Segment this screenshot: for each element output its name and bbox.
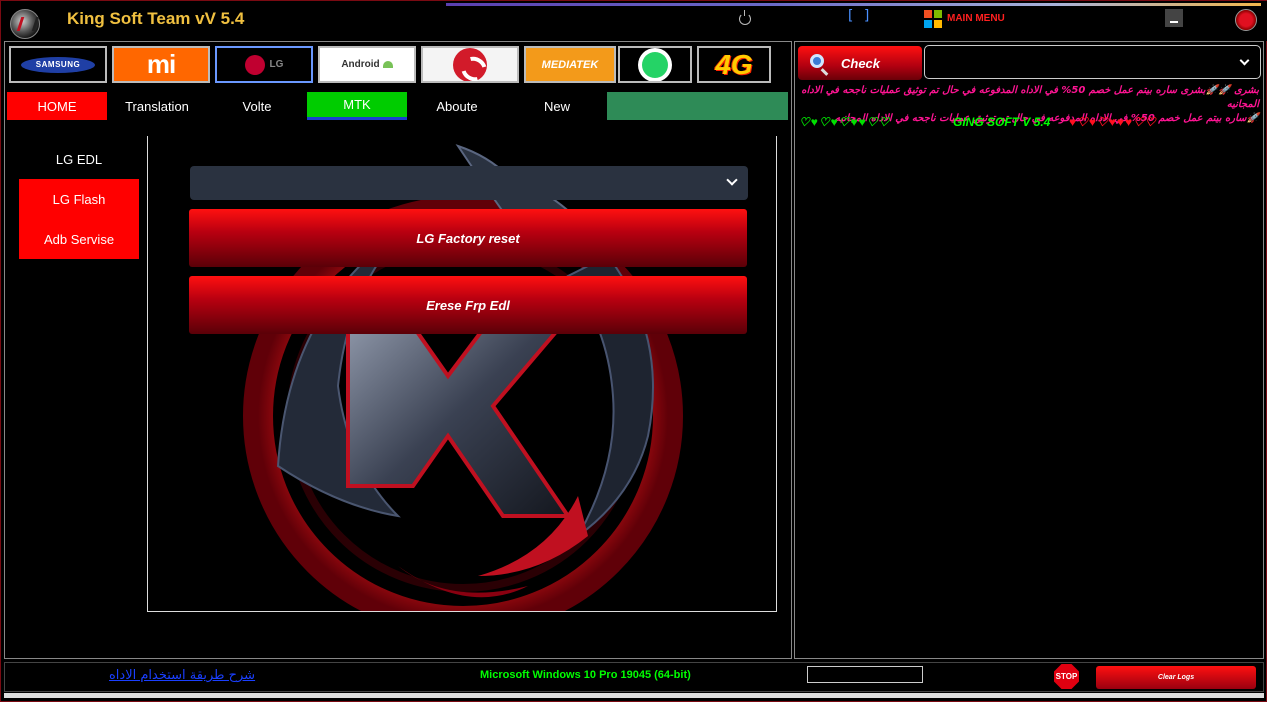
brand-4g-button[interactable]: 4G bbox=[697, 46, 771, 83]
status-bar: شرح طريقة استخدام الاداه Microsoft Windo… bbox=[4, 662, 1264, 692]
minimize-button[interactable] bbox=[1165, 9, 1183, 27]
check-button[interactable]: Check bbox=[798, 46, 922, 80]
work-area: LG Factory reset Erese Frp Edl bbox=[147, 136, 777, 612]
power-icon[interactable] bbox=[739, 10, 751, 25]
tab-bar: HOME Translation Volte MTK Aboute New bbox=[6, 92, 792, 122]
title-bar: King Soft Team vV 5.4 [ ] MAIN MENU bbox=[1, 1, 1267, 41]
brand-samsung-button[interactable]: SAMSUNG bbox=[9, 46, 107, 83]
app-window: King Soft Team vV 5.4 [ ] MAIN MENU SAMS… bbox=[0, 0, 1267, 702]
os-info: Microsoft Windows 10 Pro 19045 (64-bit) bbox=[480, 669, 691, 681]
red-hearts: ♥♡♥♡♥♥♥♡♡ bbox=[1069, 115, 1157, 129]
mi-logo: mi bbox=[114, 48, 208, 81]
side-item-lg-edl[interactable]: LG EDL bbox=[19, 139, 139, 179]
green-hearts: ♡♥♡♥♡♥♥♡♡ bbox=[799, 115, 891, 129]
port-select[interactable] bbox=[924, 45, 1261, 79]
chevron-down-icon bbox=[726, 174, 738, 186]
tab-aboute[interactable]: Aboute bbox=[407, 92, 507, 120]
brand-mediatek-button[interactable]: MEDIATEK bbox=[524, 46, 616, 83]
erese-frp-edl-button[interactable]: Erese Frp Edl bbox=[189, 276, 747, 334]
news-line-1: بشرى 🚀🚀بشرى ساره بيتم عمل خصم 50% في الا… bbox=[801, 85, 1259, 110]
side-menu: LG EDL LG Flash Adb Servise bbox=[19, 139, 139, 259]
4g-logo: 4G bbox=[715, 48, 753, 80]
chevron-down-icon bbox=[1239, 55, 1250, 66]
side-item-lg-flash[interactable]: LG Flash bbox=[19, 179, 139, 219]
tab-mtk[interactable]: MTK bbox=[307, 92, 407, 120]
close-button[interactable] bbox=[1235, 9, 1257, 31]
fullscreen-icon[interactable]: [ ] bbox=[846, 8, 871, 24]
windows-logo-icon[interactable] bbox=[924, 10, 942, 28]
brand-snapdragon-button[interactable] bbox=[421, 46, 519, 83]
app-logo-icon bbox=[10, 9, 40, 39]
main-menu-button[interactable]: MAIN MENU bbox=[947, 13, 1005, 24]
lg-logo-icon bbox=[244, 54, 265, 75]
whatsapp-logo-icon bbox=[638, 48, 672, 81]
tab-new[interactable]: New bbox=[507, 92, 607, 120]
left-panel: SAMSUNG mi LG Android MEDIATEK 4G HOME T… bbox=[4, 41, 792, 659]
tab-volte[interactable]: Volte bbox=[207, 92, 307, 120]
tab-translation[interactable]: Translation bbox=[107, 92, 207, 120]
clear-logs-button[interactable]: Clear Logs bbox=[1096, 666, 1256, 689]
search-icon bbox=[810, 54, 824, 68]
lg-logo-text: LG bbox=[269, 59, 284, 70]
brand-strip: SAMSUNG mi LG Android MEDIATEK 4G bbox=[5, 42, 791, 88]
tab-placeholder[interactable] bbox=[607, 92, 788, 120]
progress-bar bbox=[4, 693, 1264, 698]
king-soft-emblem bbox=[243, 144, 683, 611]
lg-factory-reset-button[interactable]: LG Factory reset bbox=[189, 209, 747, 267]
android-robot-icon bbox=[382, 61, 393, 68]
snapdragon-logo-icon bbox=[453, 48, 487, 81]
brand-whatsapp-button[interactable] bbox=[618, 46, 692, 83]
check-button-label: Check bbox=[841, 56, 881, 71]
tab-home[interactable]: HOME bbox=[7, 92, 107, 120]
log-hearts-row: ♡♥♡♥♡♥♥♡♡ GING SOFT V 5.4 ♥♡♥♡♥♥♥♡♡ bbox=[799, 115, 1259, 131]
samsung-logo: SAMSUNG bbox=[21, 56, 95, 73]
log-brand-line: GING SOFT V 5.4 bbox=[953, 115, 1051, 129]
brand-lg-button[interactable]: LG bbox=[215, 46, 313, 83]
status-field[interactable] bbox=[807, 666, 923, 683]
side-item-adb-servise[interactable]: Adb Servise bbox=[19, 219, 139, 259]
stop-button[interactable]: STOP bbox=[1054, 664, 1079, 689]
help-link[interactable]: شرح طريقة استخدام الاداه bbox=[109, 668, 255, 683]
brand-android-button[interactable]: Android bbox=[318, 46, 416, 83]
brand-xiaomi-button[interactable]: mi bbox=[112, 46, 210, 83]
title-accent-line bbox=[446, 3, 1261, 6]
model-select[interactable] bbox=[190, 166, 748, 200]
right-panel: Check بشرى 🚀🚀بشرى ساره بيتم عمل خصم 50% … bbox=[794, 41, 1264, 659]
android-logo-text: Android bbox=[341, 59, 380, 70]
mediatek-logo: MEDIATEK bbox=[526, 48, 614, 81]
app-title: King Soft Team vV 5.4 bbox=[67, 9, 245, 28]
